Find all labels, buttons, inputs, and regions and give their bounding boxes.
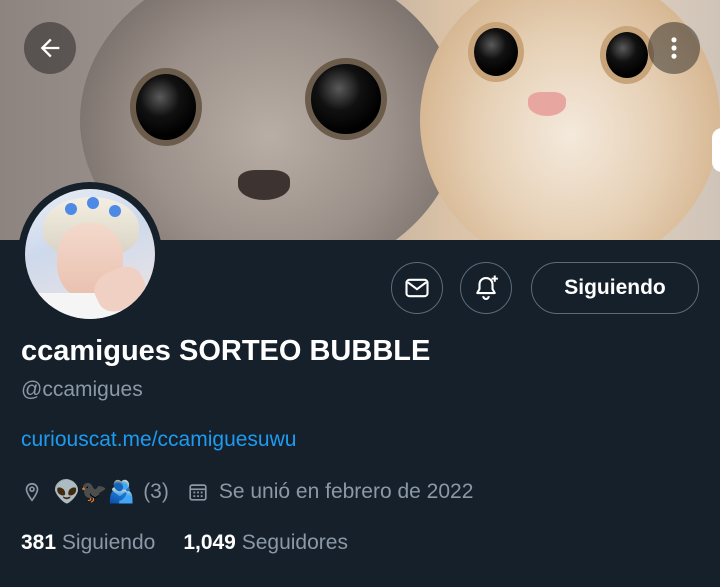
banner-cat-eye (468, 22, 524, 82)
followers-label: Seguidores (241, 531, 348, 554)
notifications-button[interactable] (460, 262, 512, 314)
more-options-button[interactable] (648, 22, 700, 74)
banner-cat-eye (305, 58, 387, 140)
following-count: 381 (21, 531, 57, 554)
location-emoji: 👽🐦‍⬛🫂 (53, 479, 136, 504)
back-button[interactable] (24, 22, 76, 74)
avatar-image (25, 189, 155, 319)
followers-count: 1,049 (183, 531, 236, 554)
avatar[interactable] (18, 182, 162, 326)
join-date: Se unió en febrero de 2022 (218, 480, 474, 503)
avatar-heart-decoration (65, 203, 77, 215)
banner-cat-eye (600, 26, 654, 84)
location-pin-icon (21, 481, 43, 503)
location-extra: (3) (143, 480, 169, 503)
bell-plus-icon (476, 275, 498, 300)
banner-cat-eye (130, 68, 202, 146)
following-button[interactable]: Siguiendo (531, 262, 699, 314)
more-vertical-icon (671, 37, 677, 59)
follow-stats: 381 Siguiendo 1,049 Seguidores (21, 531, 348, 555)
following-button-label: Siguiendo (564, 276, 666, 299)
avatar-heart-decoration (109, 205, 121, 217)
display-name: ccamigues SORTEO BUBBLE (21, 335, 431, 367)
profile-link[interactable]: curiouscat.me/ccamiguesuwu (21, 428, 296, 452)
profile-meta: 👽🐦‍⬛🫂 (3) Se unió en febrero de 2022 (21, 478, 473, 506)
arrow-left-icon (40, 38, 60, 58)
edge-indicator (712, 128, 720, 172)
calendar-icon (187, 481, 209, 503)
banner-cat-nose (238, 170, 290, 200)
banner-cat-nose (528, 92, 566, 116)
following-stat[interactable]: 381 Siguiendo (21, 531, 155, 555)
followers-stat[interactable]: 1,049 Seguidores (183, 531, 348, 555)
avatar-heart-decoration (87, 197, 99, 209)
user-handle: @ccamigues (21, 378, 143, 401)
following-label: Siguiendo (61, 531, 156, 554)
mail-icon (405, 278, 429, 298)
message-button[interactable] (391, 262, 443, 314)
